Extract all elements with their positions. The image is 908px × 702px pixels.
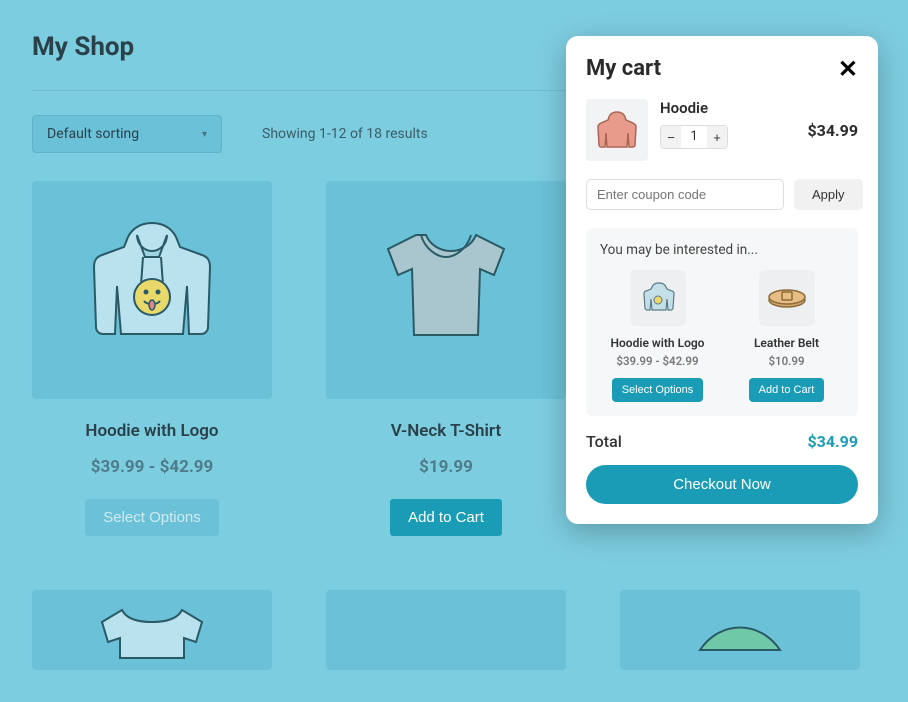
tshirt-icon (361, 205, 531, 375)
product-price: $19.99 (419, 457, 473, 477)
total-label: Total (586, 432, 622, 451)
hoodie-icon (638, 278, 678, 318)
add-to-cart-button[interactable]: Add to Cart (390, 499, 502, 536)
quantity-stepper: − 1 + (660, 125, 728, 149)
product-image[interactable] (326, 181, 566, 399)
suggestions-title: You may be interested in... (600, 242, 844, 258)
cart-item-thumbnail (586, 99, 648, 161)
product-card: V-Neck T-Shirt $19.99 Add to Cart (326, 181, 566, 536)
hoodie-icon (593, 106, 641, 154)
sort-select-label: Default sorting (47, 126, 139, 142)
suggestion-price: $10.99 (768, 354, 804, 368)
product-image[interactable] (620, 590, 860, 670)
product-card: Hoodie with Logo $39.99 - $42.99 Select … (32, 181, 272, 536)
product-card (620, 590, 860, 670)
cart-item-name: Hoodie (660, 99, 795, 117)
quantity-value: 1 (681, 126, 707, 148)
product-name: Hoodie with Logo (85, 421, 218, 441)
product-icon (92, 600, 212, 660)
product-card (326, 590, 566, 670)
total-value: $34.99 (807, 432, 858, 451)
cart-item-price: $34.99 (807, 121, 858, 140)
suggestion-item: Leather Belt $10.99 Add to Cart (729, 270, 844, 402)
cart-title: My cart (586, 56, 661, 81)
hoodie-icon (67, 205, 237, 375)
suggestions-panel: You may be interested in... Hoodie with … (586, 228, 858, 416)
select-options-button[interactable]: Select Options (85, 499, 219, 536)
checkout-button[interactable]: Checkout Now (586, 465, 858, 504)
belt-icon (765, 278, 809, 318)
quantity-minus-button[interactable]: − (661, 126, 681, 148)
sort-select[interactable]: Default sorting ▾ (32, 115, 222, 153)
add-to-cart-button[interactable]: Add to Cart (749, 378, 825, 402)
suggestion-name: Hoodie with Logo (611, 336, 705, 350)
product-price: $39.99 - $42.99 (91, 457, 214, 477)
product-card (32, 590, 272, 670)
apply-coupon-button[interactable]: Apply (794, 179, 863, 210)
suggestion-price: $39.99 - $42.99 (616, 354, 698, 368)
product-name: V-Neck T-Shirt (391, 421, 501, 441)
coupon-input[interactable] (586, 179, 784, 210)
cart-panel: My cart ✕ Hoodie − 1 + $34.99 Apply You … (566, 36, 878, 524)
suggestion-thumbnail (630, 270, 686, 326)
cart-item: Hoodie − 1 + $34.99 (586, 99, 858, 161)
product-image[interactable] (32, 181, 272, 399)
product-icon (680, 600, 800, 660)
chevron-down-icon: ▾ (202, 129, 207, 140)
suggestion-item: Hoodie with Logo $39.99 - $42.99 Select … (600, 270, 715, 402)
results-text: Showing 1-12 of 18 results (262, 126, 428, 142)
product-image[interactable] (326, 590, 566, 670)
close-icon[interactable]: ✕ (838, 57, 858, 81)
suggestion-name: Leather Belt (754, 336, 819, 350)
select-options-button[interactable]: Select Options (612, 378, 704, 402)
suggestion-thumbnail (759, 270, 815, 326)
product-image[interactable] (32, 590, 272, 670)
quantity-plus-button[interactable]: + (707, 126, 727, 148)
